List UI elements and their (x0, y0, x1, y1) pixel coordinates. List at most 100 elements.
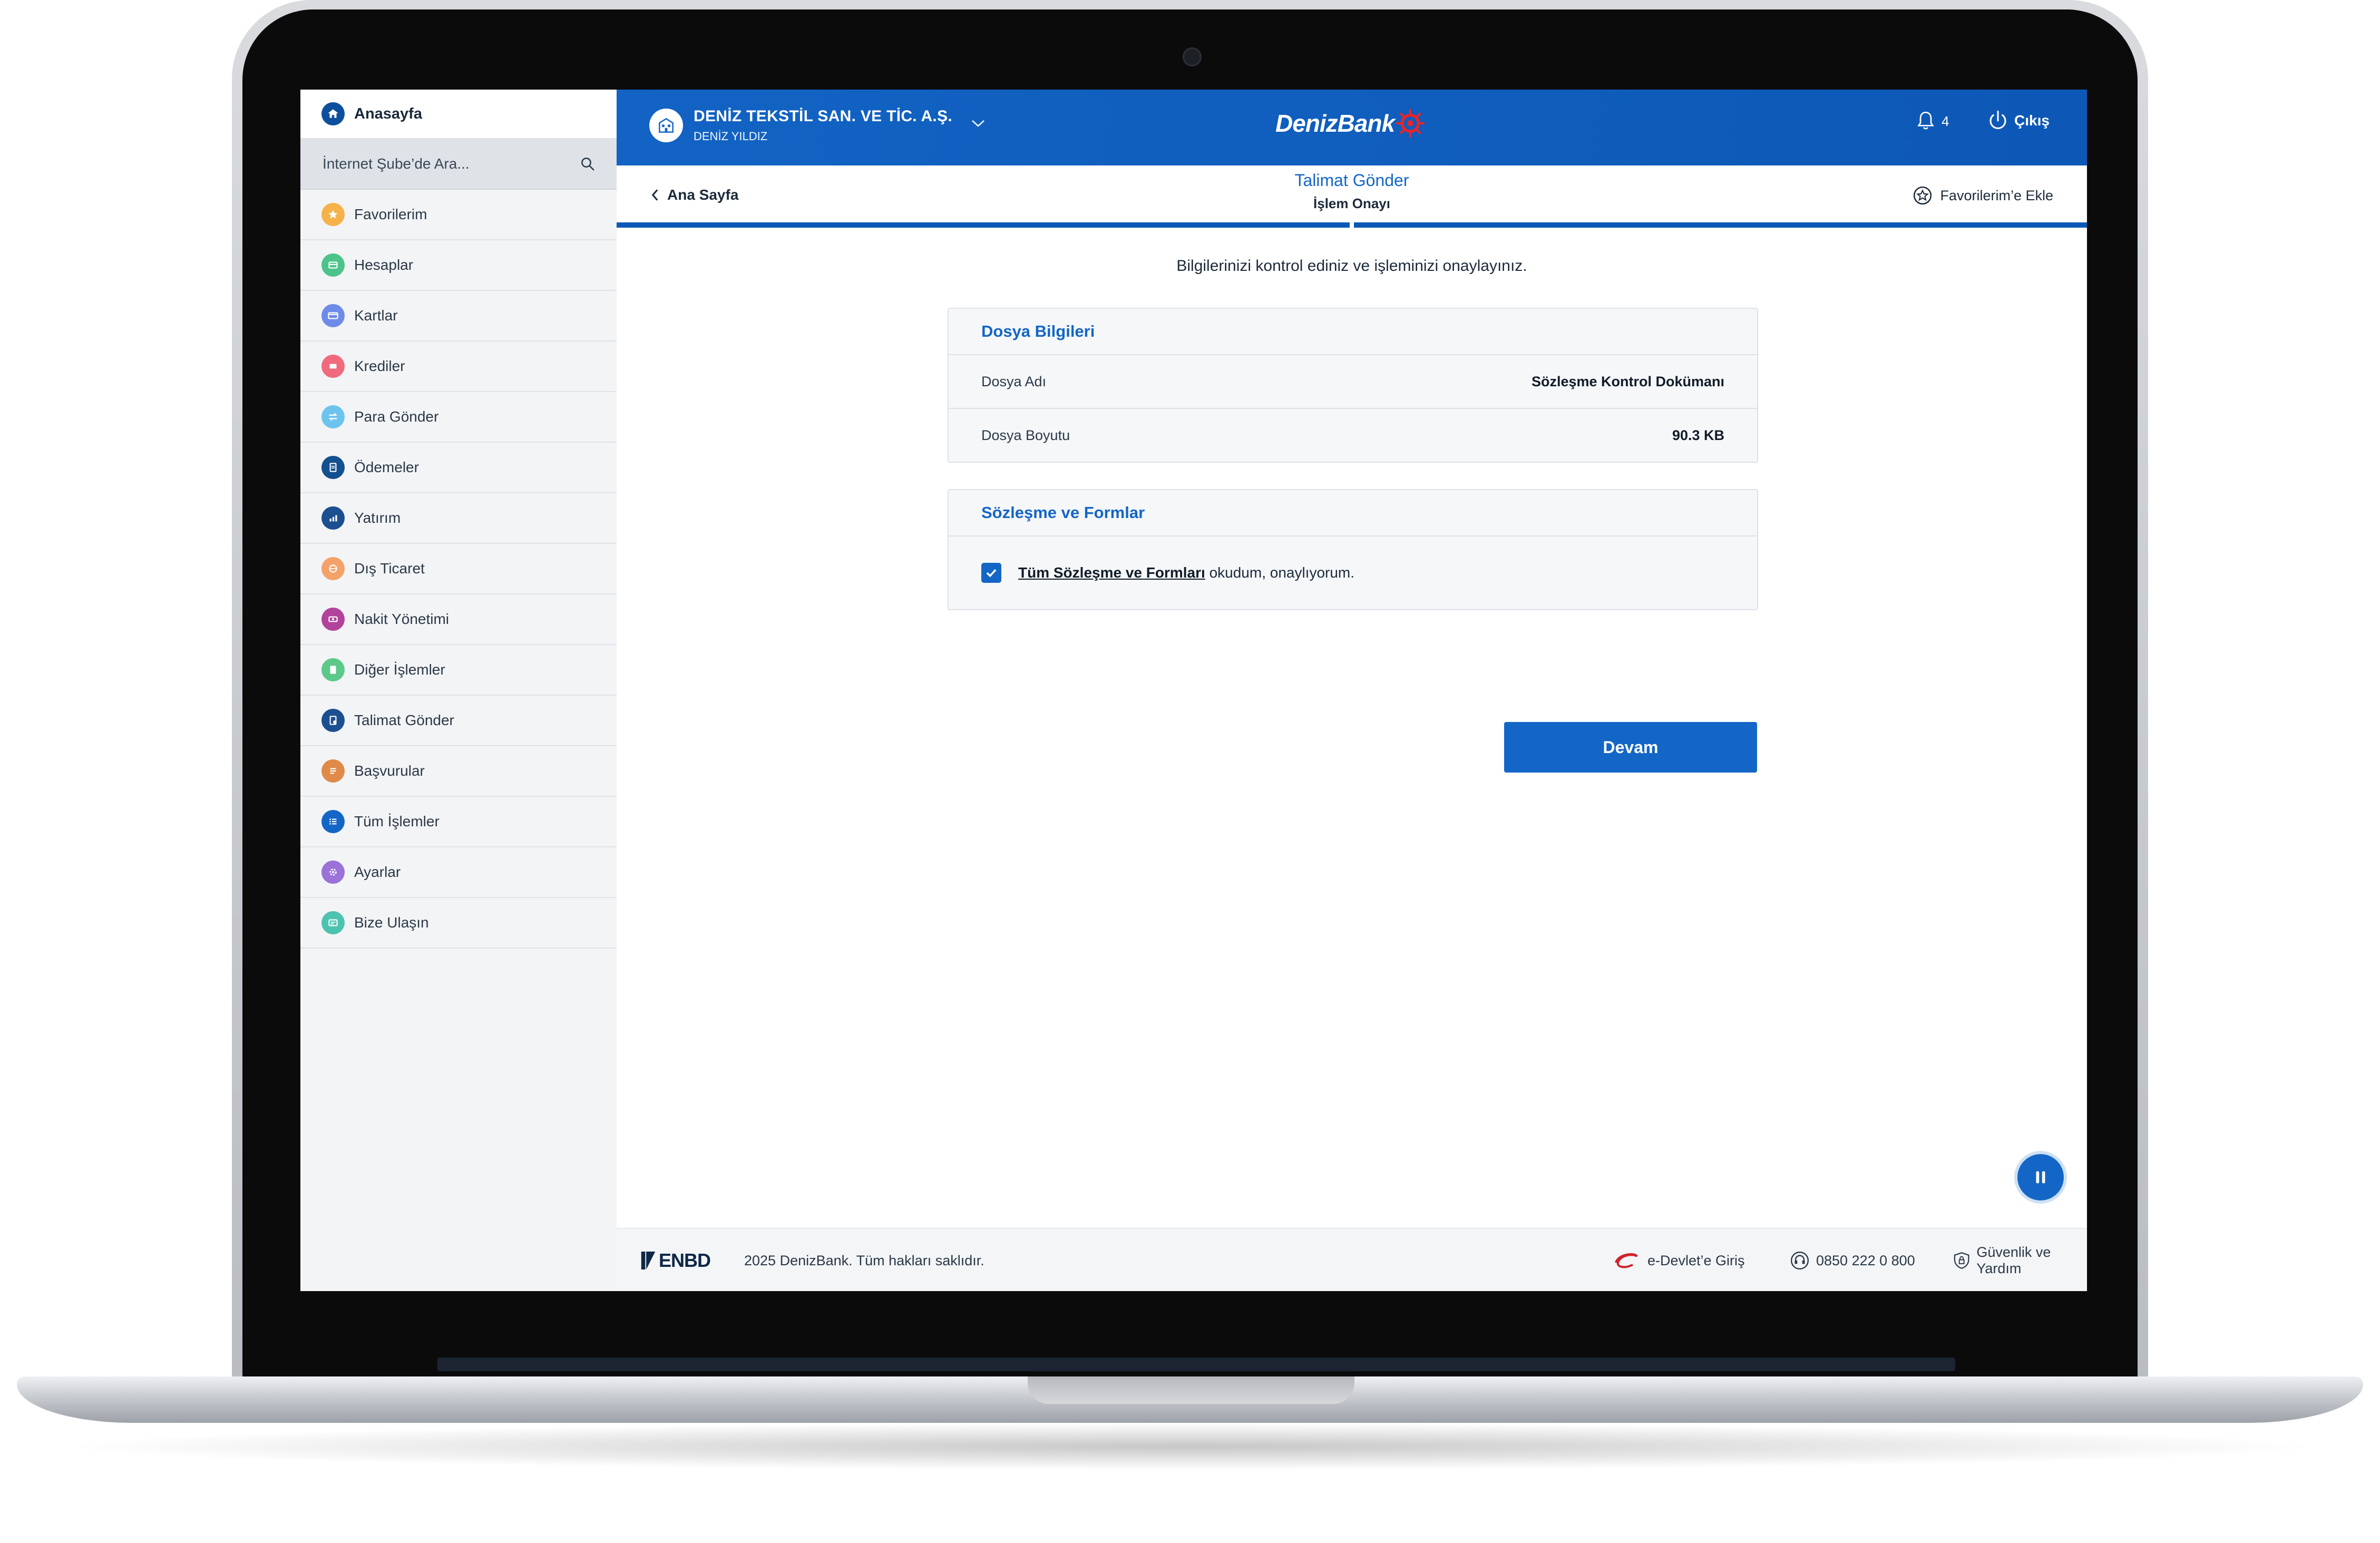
sidebar-item-label: Nakit Yönetimi (354, 611, 450, 627)
accounts-icon (321, 253, 345, 277)
star-icon (321, 203, 345, 226)
sidebar-item-label: Favorilerim (354, 206, 427, 222)
copyright-text: 2025 DenizBank. Tüm hakları saklıdır. (744, 1252, 984, 1268)
sidebar-item[interactable]: Ayarlar (300, 847, 617, 898)
bezel-bottom (437, 1358, 1955, 1371)
footer: ENBD 2025 DenizBank. Tüm hakları saklıdı… (617, 1228, 2087, 1291)
sidebar-item-label: Para Gönder (354, 408, 439, 425)
headset-icon (1790, 1251, 1809, 1270)
power-icon (1989, 110, 2006, 129)
file-info-card: Dosya Bilgileri Dosya Adı Sözleşme Kontr… (948, 308, 1758, 463)
logout-label: Çıkış (2014, 112, 2050, 129)
progress-gap (1350, 222, 1354, 228)
file-size-key: Dosya Boyutu (981, 427, 1070, 443)
edevlet-label: e-Devlet’e Giriş (1647, 1252, 1745, 1268)
continue-button[interactable]: Devam (1504, 722, 1757, 773)
sidebar-item[interactable]: Yatırım (300, 493, 617, 544)
logout-button[interactable]: Çıkış (1987, 110, 2050, 132)
phone-number: 0850 222 0 800 (1816, 1252, 1915, 1268)
enbd-mark-icon (641, 1252, 656, 1269)
application-icon (321, 759, 345, 783)
sidebar-item[interactable]: Nakit Yönetimi (300, 594, 617, 645)
sidebar-item[interactable]: Diğer İşlemler (300, 645, 617, 696)
notifications-button[interactable]: 4 (1915, 110, 1949, 133)
sidebar-item-label: Hesaplar (354, 257, 414, 273)
search-input[interactable] (321, 155, 580, 173)
company-selector[interactable]: DENİZ TEKSTİL SAN. VE TİC. A.Ş. DENİZ YI… (649, 108, 986, 143)
list-icon (321, 810, 345, 833)
page-title: Talimat Gönder (1294, 171, 1409, 190)
sidebar-item[interactable]: Hesaplar (300, 240, 617, 291)
check-icon (986, 569, 997, 578)
card-icon (321, 304, 345, 327)
add-favorite-button[interactable]: Favorilerim’e Ekle (1913, 185, 2053, 206)
security-link[interactable]: Güvenlik ve Yardım (1953, 1244, 2087, 1277)
brand-name: DenizBank (1275, 110, 1395, 137)
pause-icon (2036, 1171, 2045, 1184)
sidebar-menu: Favorilerim Hesaplar Kartlar Krediler Para G… (300, 190, 617, 949)
sidebar-item[interactable]: Para Gönder (300, 392, 617, 443)
sidebar-item[interactable]: Ödemeler (300, 443, 617, 493)
sidebar-item-label: Talimat Gönder (354, 712, 454, 728)
home-icon (321, 102, 345, 125)
add-favorite-label: Favorilerim’e Ekle (1940, 187, 2053, 203)
phone-link[interactable]: 0850 222 0 800 (1790, 1251, 1915, 1271)
search-icon[interactable] (580, 156, 596, 172)
consent-row: Tüm Sözleşme ve Formları okudum, onaylıy… (949, 536, 1757, 609)
brand-logo: DenizBank (1275, 109, 1425, 138)
user-name: DENİZ YILDIZ (694, 130, 768, 143)
laptop-shadow (53, 1423, 2327, 1470)
sidebar-search (300, 139, 617, 190)
file-size-value: 90.3 KB (1672, 427, 1724, 443)
page-titles: Talimat Gönder İşlem Onayı (617, 171, 2087, 212)
sidebar-item[interactable]: Dış Ticaret (300, 544, 617, 594)
laptop-notch (1028, 1376, 1354, 1404)
sidebar-item[interactable]: Başvurular (300, 746, 617, 797)
sidebar-item-label: Bize Ulaşın (354, 914, 429, 931)
top-bar: DENİZ TEKSTİL SAN. VE TİC. A.Ş. DENİZ YI… (617, 90, 2087, 165)
file-size-row: Dosya Boyutu 90.3 KB (949, 408, 1757, 462)
investment-icon (321, 506, 345, 530)
cash-icon (321, 608, 345, 631)
bell-icon (1917, 111, 1934, 130)
sidebar-item-home[interactable]: Anasayfa (300, 90, 617, 139)
company-name: DENİZ TEKSTİL SAN. VE TİC. A.Ş. (694, 108, 953, 125)
sidebar-item[interactable]: Talimat Gönder (300, 696, 617, 746)
chevron-down-icon[interactable] (970, 118, 986, 129)
edevlet-icon (1615, 1253, 1638, 1268)
notification-count: 4 (1942, 113, 1949, 129)
sidebar-item[interactable]: Favorilerim (300, 190, 617, 240)
camera-icon (1183, 47, 1202, 66)
contract-title: Sözleşme ve Formlar (981, 503, 1145, 522)
contracts-link[interactable]: Tüm Sözleşme ve Formları (1018, 564, 1205, 581)
security-label: Güvenlik ve Yardım (1976, 1244, 2051, 1276)
instruction-text: Bilgilerinizi kontrol ediniz ve işlemini… (1176, 257, 1527, 275)
payments-icon (321, 456, 345, 479)
transfer-icon (321, 405, 345, 428)
sidebar-item[interactable]: Krediler (300, 341, 617, 392)
sidebar-item-label: Ayarlar (354, 864, 401, 880)
sidebar-home-label: Anasayfa (354, 105, 422, 122)
progress-segment (1354, 222, 2087, 228)
page-subtitle: İşlem Onayı (1313, 196, 1390, 211)
sidebar-item[interactable]: Bize Ulaşın (300, 898, 617, 949)
consent-checkbox[interactable] (981, 563, 1001, 583)
sidebar-item-label: Ödemeler (354, 459, 419, 475)
sidebar-item-label: Dış Ticaret (354, 560, 425, 577)
pause-button[interactable] (2014, 1151, 2067, 1204)
enbd-text: ENBD (659, 1249, 711, 1271)
settings-icon (321, 861, 345, 884)
main-content: Bilgilerinizi kontrol ediniz ve işlemini… (617, 228, 2087, 1229)
sidebar: Anasayfa Favorilerim Hesaplar Kartlar Kredi… (300, 90, 617, 1291)
brand-emblem-icon (1396, 109, 1425, 138)
sidebar-item-label: Krediler (354, 358, 405, 374)
sidebar-item[interactable]: Tüm İşlemler (300, 797, 617, 847)
file-name-row: Dosya Adı Sözleşme Kontrol Dokümanı (949, 355, 1757, 408)
sidebar-item-label: Diğer İşlemler (354, 661, 445, 678)
enbd-logo: ENBD (641, 1249, 711, 1272)
sidebar-item[interactable]: Kartlar (300, 291, 617, 341)
instruction-icon (321, 709, 345, 732)
sidebar-item-label: Tüm İşlemler (354, 813, 440, 829)
consent-suffix: okudum, onaylıyorum. (1205, 564, 1355, 581)
edevlet-link[interactable]: e-Devlet’e Giriş (1612, 1250, 1745, 1271)
